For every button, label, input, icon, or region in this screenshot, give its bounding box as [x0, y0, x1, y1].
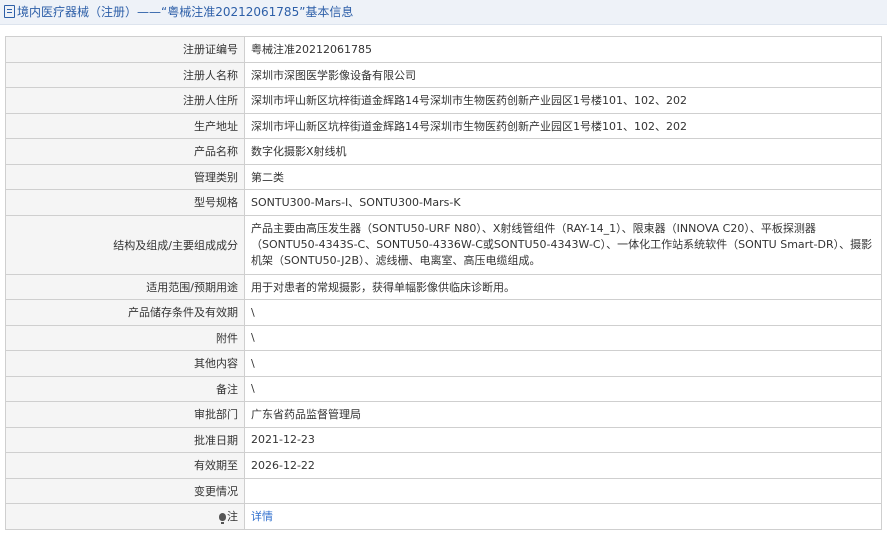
row-label: 审批部门 [5, 401, 245, 428]
row-label: 适用范围/预期用途 [5, 273, 245, 300]
row-value [244, 477, 882, 504]
table-row: 变更情况 [5, 477, 882, 504]
row-label: 产品储存条件及有效期 [5, 299, 245, 326]
row-value: 广东省药品监督管理局 [244, 401, 882, 428]
note-label-cell: 注 [5, 503, 245, 530]
table-row: 有效期至 2026-12-22 [5, 452, 882, 479]
row-label: 注册人名称 [5, 61, 245, 88]
document-icon [4, 5, 15, 18]
row-label: 注册证编号 [5, 36, 245, 63]
row-label: 其他内容 [5, 350, 245, 377]
row-value: 深圳市深图医学影像设备有限公司 [244, 61, 882, 88]
table-row: 结构及组成/主要组成成分 产品主要由高压发生器（SONTU50-URF N80）… [5, 214, 882, 275]
row-label: 管理类别 [5, 163, 245, 190]
row-label: 批准日期 [5, 426, 245, 453]
row-label: 生产地址 [5, 112, 245, 139]
row-label: 附件 [5, 324, 245, 351]
table-row: 型号规格 SONTU300-Mars-I、SONTU300-Mars-K [5, 189, 882, 216]
row-label: 产品名称 [5, 138, 245, 165]
row-value: 2026-12-22 [244, 452, 882, 479]
row-value: \ [244, 350, 882, 377]
row-value: 第二类 [244, 163, 882, 190]
row-value: 深圳市坪山新区坑梓街道金辉路14号深圳市生物医药创新产业园区1号楼101、102… [244, 112, 882, 139]
row-value: 粤械注准20212061785 [244, 36, 882, 63]
row-value-cell: 详情 [244, 503, 882, 530]
table-row: 适用范围/预期用途 用于对患者的常规摄影，获得单幅影像供临床诊断用。 [5, 273, 882, 300]
table-row: 产品名称 数字化摄影X射线机 [5, 138, 882, 165]
table-row: 注册人名称 深圳市深图医学影像设备有限公司 [5, 61, 882, 88]
row-value: SONTU300-Mars-I、SONTU300-Mars-K [244, 189, 882, 216]
table-row: 产品储存条件及有效期 \ [5, 299, 882, 326]
row-value: \ [244, 324, 882, 351]
row-label: 有效期至 [5, 452, 245, 479]
row-value: 数字化摄影X射线机 [244, 138, 882, 165]
row-label: 结构及组成/主要组成成分 [5, 214, 245, 275]
row-value: 深圳市坪山新区坑梓街道金辉路14号深圳市生物医药创新产业园区1号楼101、102… [244, 87, 882, 114]
row-label: 注 [227, 510, 238, 524]
page-title-text: 境内医疗器械（注册）——“粤械注准20212061785”基本信息 [17, 5, 354, 19]
row-value: 2021-12-23 [244, 426, 882, 453]
table-row: 备注 \ [5, 375, 882, 402]
info-table: 注册证编号 粤械注准20212061785 注册人名称 深圳市深图医学影像设备有… [5, 36, 882, 530]
row-value: \ [244, 375, 882, 402]
table-row: 注册证编号 粤械注准20212061785 [5, 36, 882, 63]
table-row: 附件 \ [5, 324, 882, 351]
table-row: 生产地址 深圳市坪山新区坑梓街道金辉路14号深圳市生物医药创新产业园区1号楼10… [5, 112, 882, 139]
row-label: 变更情况 [5, 477, 245, 504]
row-value: \ [244, 299, 882, 326]
table-row: 管理类别 第二类 [5, 163, 882, 190]
row-label: 注册人住所 [5, 87, 245, 114]
row-value: 产品主要由高压发生器（SONTU50-URF N80）、X射线管组件（RAY-1… [244, 214, 882, 275]
table-row: 注册人住所 深圳市坪山新区坑梓街道金辉路14号深圳市生物医药创新产业园区1号楼1… [5, 87, 882, 114]
table-row: 批准日期 2021-12-23 [5, 426, 882, 453]
table-row: 其他内容 \ [5, 350, 882, 377]
lightbulb-icon [219, 513, 226, 525]
row-label: 型号规格 [5, 189, 245, 216]
page-title: 境内医疗器械（注册）——“粤械注准20212061785”基本信息 [0, 0, 887, 25]
row-label: 备注 [5, 375, 245, 402]
row-value: 用于对患者的常规摄影，获得单幅影像供临床诊断用。 [244, 273, 882, 300]
table-row: 注 详情 [5, 503, 882, 530]
table-row: 审批部门 广东省药品监督管理局 [5, 401, 882, 428]
details-link[interactable]: 详情 [251, 510, 273, 523]
